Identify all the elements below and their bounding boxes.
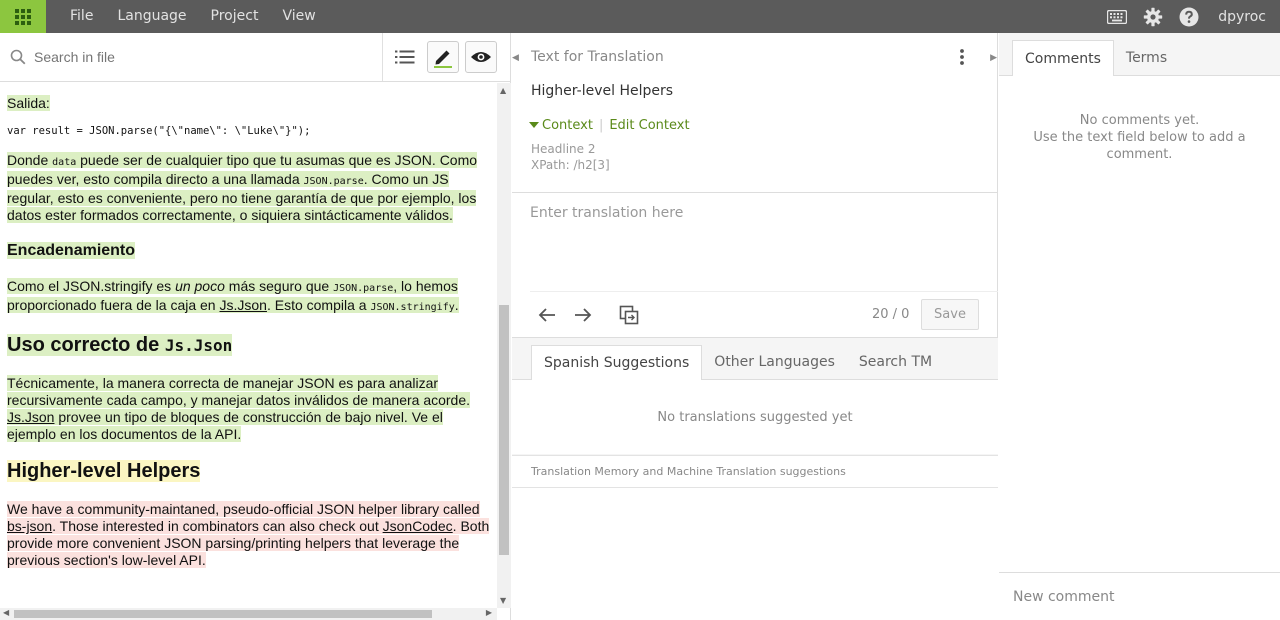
left-toolbar [0, 33, 510, 82]
link-bs-json[interactable]: bs-json [7, 518, 52, 534]
doc-paragraph-salida[interactable]: Salida: [7, 95, 490, 111]
caret-down-icon [529, 122, 539, 128]
menu-project[interactable]: Project [199, 0, 271, 33]
comments-tabs: Comments Terms [999, 33, 1280, 76]
menu-view[interactable]: View [270, 0, 327, 33]
copy-icon [619, 305, 639, 325]
doc-paragraph-3[interactable]: Técnicamente, la manera correcta de mane… [7, 375, 490, 443]
tab-terms[interactable]: Terms [1114, 40, 1179, 76]
context-toggle[interactable]: Context [542, 118, 593, 133]
username[interactable]: dpyroc [1218, 9, 1266, 25]
context-separator: | [598, 118, 604, 133]
apps-grid-button[interactable] [0, 0, 46, 33]
gear-icon[interactable] [1142, 6, 1164, 28]
scroll-down-arrow-icon[interactable]: ▼ [500, 596, 506, 605]
preview-mode-button[interactable] [465, 41, 497, 73]
character-count: 20 / 0 [872, 307, 910, 322]
collapse-left-chevron-icon[interactable]: ◀ [512, 53, 519, 63]
list-view-button[interactable] [389, 41, 421, 73]
file-search [0, 33, 383, 81]
no-comments-hint: Use the text field below to add a commen… [1033, 130, 1246, 162]
edit-mode-button[interactable] [427, 41, 459, 73]
context-row: Context | Edit Context [529, 118, 690, 133]
doc-paragraph-4[interactable]: We have a community-maintaned, pseudo-of… [7, 501, 490, 569]
doc-heading-uso-correcto[interactable]: Uso correcto de Js.Json [7, 334, 490, 357]
context-xpath: XPath: /h2[3] [531, 158, 610, 172]
no-comments-line: No comments yet. [1079, 113, 1200, 128]
main-menu: File Language Project View [58, 0, 328, 33]
scroll-left-arrow-icon[interactable]: ◀ [3, 608, 9, 617]
tm-footer-label: Translation Memory and Machine Translati… [512, 455, 998, 488]
search-input[interactable] [34, 49, 354, 65]
document-content: Salida: var result = JSON.parse("{\"name… [0, 83, 497, 608]
document-vertical-scrollbar[interactable]: ▲ ▼ [497, 83, 511, 608]
new-comment-input[interactable]: New comment [999, 572, 1280, 620]
next-string-button[interactable] [570, 303, 596, 327]
tab-search-tm[interactable]: Search TM [847, 345, 944, 380]
edit-context-link[interactable]: Edit Context [609, 118, 689, 133]
doc-heading-helpers[interactable]: Higher-level Helpers [7, 460, 490, 483]
previous-string-button[interactable] [534, 303, 560, 327]
suggestions-blank-area [512, 488, 998, 620]
arrow-right-icon [575, 308, 592, 322]
keyboard-icon[interactable] [1106, 6, 1128, 28]
doc-paragraph-1[interactable]: Donde data puede ser de cualquier tipo q… [7, 152, 490, 224]
suggestions-tabs: Spanish Suggestions Other Languages Sear… [512, 338, 998, 380]
collapse-right-chevron-icon[interactable]: ▶ [990, 53, 997, 63]
link-js-json[interactable]: Js.Json [219, 297, 266, 313]
search-icon [10, 49, 26, 65]
divider [530, 291, 998, 292]
doc-paragraph-2[interactable]: Como el JSON.stringify es un poco más se… [7, 278, 490, 316]
list-icon [395, 50, 415, 64]
menu-language[interactable]: Language [105, 0, 198, 33]
suggestions-panel: Spanish Suggestions Other Languages Sear… [512, 337, 998, 620]
menu-file[interactable]: File [58, 0, 105, 33]
scroll-up-arrow-icon[interactable]: ▲ [500, 86, 506, 95]
comments-pane: Comments Terms No comments yet. Use the … [999, 33, 1280, 620]
context-info: Headline 2 XPath: /h2[3] [531, 141, 610, 173]
help-icon[interactable] [1178, 6, 1200, 28]
tab-other-languages[interactable]: Other Languages [702, 345, 847, 380]
document-preview-pane: Salida: var result = JSON.parse("{\"name… [0, 33, 511, 620]
top-right-controls: dpyroc [1106, 6, 1280, 28]
scroll-right-arrow-icon[interactable]: ▶ [486, 608, 492, 617]
horizontal-scroll-thumb[interactable] [14, 610, 432, 618]
apps-grid-icon [15, 8, 31, 25]
pencil-icon [434, 50, 452, 68]
link-js-json-2[interactable]: Js.Json [7, 409, 54, 425]
save-button[interactable]: Save [921, 299, 979, 330]
suggestions-empty-state: No translations suggested yet [512, 379, 998, 454]
tab-spanish-suggestions[interactable]: Spanish Suggestions [531, 345, 703, 380]
tab-comments[interactable]: Comments [1012, 40, 1114, 76]
arrow-left-icon [538, 308, 555, 322]
link-jsoncodec[interactable]: JsonCodec [383, 518, 453, 534]
top-bar: File Language Project View dpyroc [0, 0, 1280, 33]
source-text: Higher-level Helpers [531, 83, 674, 99]
doc-code-block[interactable]: var result = JSON.parse("{\"name\": \"Lu… [7, 125, 490, 137]
doc-heading-encadenamiento[interactable]: Encadenamiento [7, 242, 490, 260]
translation-editor-pane: ◀ ▶ Text for Translation Higher-level He… [512, 33, 998, 620]
translation-input[interactable] [530, 205, 985, 285]
more-options-icon[interactable] [959, 48, 965, 66]
comments-empty-state: No comments yet. Use the text field belo… [999, 112, 1280, 163]
divider [512, 192, 998, 193]
vertical-scroll-thumb[interactable] [499, 305, 509, 555]
source-header: Text for Translation [531, 49, 664, 65]
context-element-type: Headline 2 [531, 142, 596, 156]
copy-source-button[interactable] [616, 303, 642, 327]
document-horizontal-scrollbar[interactable]: ◀ ▶ [0, 608, 497, 620]
eye-icon [471, 52, 491, 62]
